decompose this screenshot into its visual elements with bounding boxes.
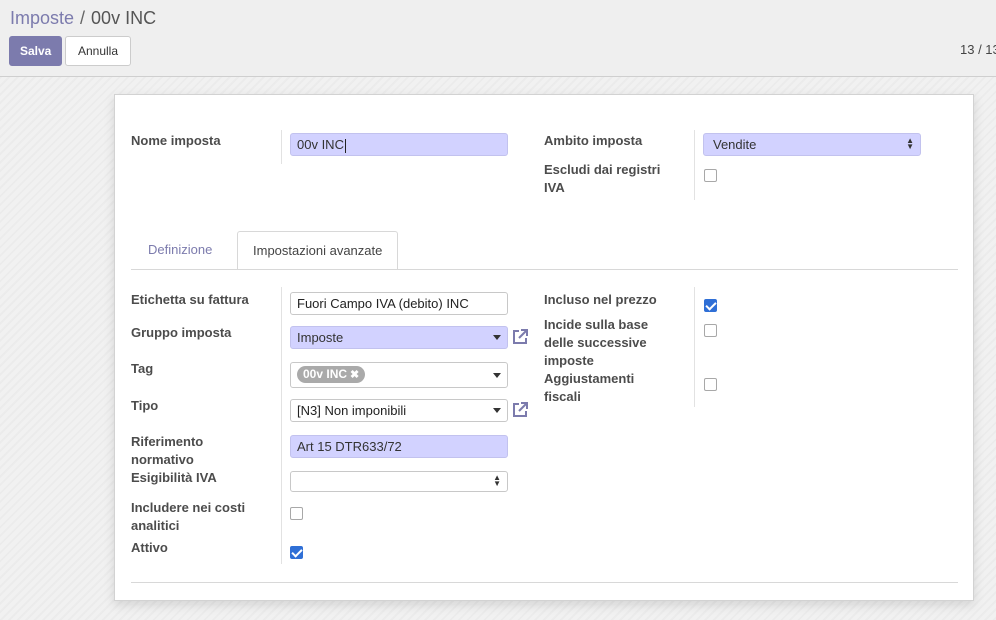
breadcrumb: Imposte /00v INC [10,8,156,29]
breadcrumb-parent-link[interactable]: Imposte [10,8,74,28]
tag-many2many-input[interactable]: 00v INC ✖ [290,362,508,388]
pager-counter[interactable]: 13 / 13 [960,42,996,57]
caret-down-icon [493,335,501,340]
select-arrows-icon: ▲ ▼ [906,136,914,151]
tag-chip: 00v INC ✖ [297,366,366,383]
law-reference-input[interactable]: Art 15 DTR633/72 [290,435,508,458]
price-include-label: Incluso nel prezzo [544,292,657,307]
divider [694,287,695,407]
tax-name-input[interactable]: 00v INC [290,133,508,156]
form-sheet: Nome imposta 00v INC Ambito imposta Vend… [114,94,974,601]
tabs-underline [131,269,958,270]
invoice-label-input[interactable]: Fuori Campo IVA (debito) INC [290,292,508,315]
tag-chip-label: 00v INC [303,367,348,381]
breadcrumb-current: 00v INC [91,8,157,28]
exclude-registers-checkbox[interactable] [704,169,717,182]
tax-group-label: Gruppo imposta [131,325,232,340]
tax-name-value: 00v INC [297,137,344,152]
fiscal-adjustments-checkbox[interactable] [704,378,717,391]
tab-definition[interactable]: Definizione [133,231,227,270]
tax-scope-label: Ambito imposta [544,133,643,148]
invoice-label-label: Etichetta su fattura [131,292,249,307]
caret-down-icon [493,373,501,378]
breadcrumb-separator: / [80,8,86,28]
type-value: [N3] Non imponibili [297,403,407,418]
text-cursor [344,138,346,153]
divider [694,130,695,200]
law-reference-label: Riferimento normativo [131,434,204,467]
discard-button[interactable]: Annulla [65,36,131,66]
exclude-registers-label: Escludi dai registri IVA [544,162,661,195]
divider [281,130,282,164]
active-label: Attivo [131,540,168,555]
external-link-icon[interactable] [510,327,530,347]
analytic-costs-label: Includere nei costi analitici [131,500,246,533]
affects-base-label: Incide sulla base delle successive impos… [544,317,649,368]
active-checkbox[interactable] [290,546,303,559]
type-select[interactable]: [N3] Non imponibili [290,399,508,422]
remove-tag-icon[interactable]: ✖ [350,369,359,381]
analytic-costs-checkbox[interactable] [290,507,303,520]
caret-down-icon [493,408,501,413]
save-button[interactable]: Salva [9,36,62,66]
tab-advanced-settings[interactable]: Impostazioni avanzate [237,231,399,270]
control-panel: Imposte /00v INC Salva Annulla 13 / 13 [0,0,996,77]
price-include-checkbox[interactable] [704,299,717,312]
tag-label: Tag [131,361,154,376]
bottom-separator [131,582,958,583]
vat-exigibility-select[interactable]: ▲ ▼ [290,471,508,492]
affects-base-checkbox[interactable] [704,324,717,337]
tax-scope-select[interactable]: Vendite ▲ ▼ [703,133,921,156]
external-link-icon[interactable] [510,400,530,420]
type-label: Tipo [131,398,159,413]
select-arrows-icon: ▲ ▼ [493,473,501,488]
tax-name-label: Nome imposta [131,133,221,148]
vat-exigibility-label: Esigibilità IVA [131,470,217,485]
tax-group-value: Imposte [297,330,344,345]
fiscal-adjustments-label: Aggiustamenti fiscali [544,371,635,404]
tax-group-select[interactable]: Imposte [290,326,508,349]
tax-scope-value: Vendite [713,137,757,152]
divider [281,287,282,564]
